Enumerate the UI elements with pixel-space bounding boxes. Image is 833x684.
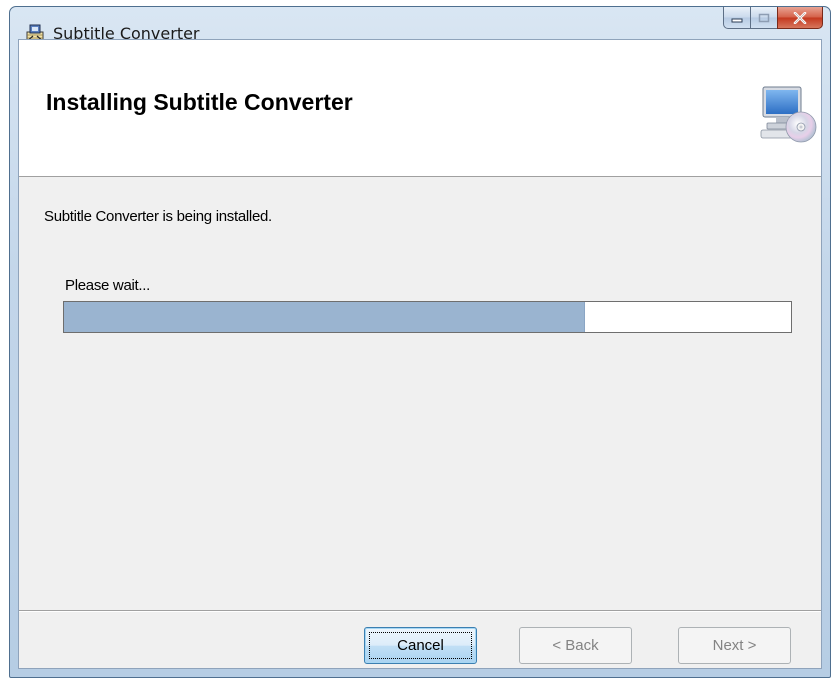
- close-icon: [793, 11, 807, 24]
- maximize-icon: [758, 13, 770, 22]
- footer-separator: [19, 610, 821, 612]
- caption-buttons: [723, 7, 823, 29]
- focus-ring: [369, 632, 472, 659]
- please-wait-label: Please wait...: [65, 277, 151, 294]
- computer-cd-icon: [760, 86, 817, 143]
- page-title: Installing Subtitle Converter: [46, 89, 353, 115]
- back-button[interactable]: < Back: [519, 627, 632, 664]
- close-button[interactable]: [777, 7, 823, 29]
- back-button-label: < Back: [552, 637, 599, 654]
- next-button[interactable]: Next >: [678, 627, 791, 664]
- progress-fill: [64, 302, 585, 332]
- minimize-button[interactable]: [723, 7, 750, 29]
- install-progress-bar: [63, 301, 792, 333]
- next-button-label: Next >: [712, 637, 757, 654]
- installer-window: Subtitle Converter Installing Subtitle C…: [9, 6, 831, 678]
- header-banner: Installing Subtitle Converter: [19, 40, 821, 177]
- maximize-button[interactable]: [750, 7, 777, 29]
- minimize-icon: [731, 18, 743, 22]
- cancel-button[interactable]: Cancel: [364, 627, 477, 664]
- dialog-client-area: Installing Subtitle Converter Subtitle C…: [18, 39, 822, 669]
- install-status-text: Subtitle Converter is being installed.: [44, 208, 272, 225]
